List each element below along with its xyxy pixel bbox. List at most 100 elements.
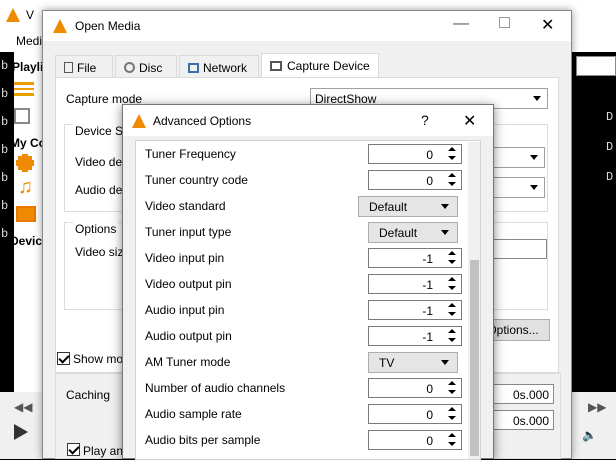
- play-icon[interactable]: [14, 424, 28, 440]
- option-spinbox[interactable]: 0: [368, 404, 462, 424]
- option-spinbox-value: -1: [422, 304, 433, 318]
- console-left-text: bbbbbbb: [1, 59, 9, 241]
- options-label: Options: [73, 222, 119, 236]
- spin-updown-icon[interactable]: [443, 431, 461, 449]
- maximize-icon[interactable]: [499, 17, 510, 28]
- option-spinbox[interactable]: -1: [368, 274, 462, 294]
- spin-updown-icon[interactable]: [443, 405, 461, 423]
- audio-device-select[interactable]: [489, 177, 545, 198]
- main-title: V: [26, 8, 35, 22]
- option-spinbox[interactable]: -1: [368, 300, 462, 320]
- option-spinbox-value: 0: [426, 408, 433, 422]
- tab-network[interactable]: Network: [179, 55, 259, 77]
- file-icon: [64, 62, 73, 73]
- option-spinbox-value: 0: [426, 148, 433, 162]
- advanced-options-title: Advanced Options: [153, 114, 252, 128]
- option-label: Video input pin: [145, 251, 225, 265]
- option-spinbox-value: 0: [426, 382, 433, 396]
- media-library-icon: [14, 108, 30, 124]
- option-spinbox-value: 0: [426, 434, 433, 448]
- chevron-down-icon: [441, 360, 449, 365]
- audio-device-label: Audio dev: [75, 183, 129, 197]
- help-button[interactable]: ?: [421, 112, 429, 128]
- advanced-options-list: Tuner Frequency 0 Tuner country code 0 Video…: [135, 140, 481, 460]
- tab-file[interactable]: File: [55, 55, 113, 77]
- option-dropdown[interactable]: TV: [368, 352, 458, 373]
- tab-disc[interactable]: Disc: [115, 55, 177, 77]
- spin-updown-icon[interactable]: [443, 275, 461, 293]
- capture-device-icon: [270, 61, 282, 71]
- music-icon[interactable]: ♫: [18, 176, 33, 199]
- option-label: Tuner country code: [145, 173, 248, 187]
- option-spinbox[interactable]: 0: [368, 144, 462, 164]
- option-spinbox-value: -1: [422, 252, 433, 266]
- console-right: DDD: [572, 52, 616, 392]
- option-label: AM Tuner mode: [145, 355, 231, 369]
- seek-back-icon[interactable]: ◀◀: [14, 400, 32, 414]
- spin-updown-icon[interactable]: [443, 327, 461, 345]
- spin-updown-icon[interactable]: [443, 249, 461, 267]
- vlc-cone-icon: [53, 19, 67, 33]
- option-label: Video standard: [145, 199, 226, 213]
- play-checkbox[interactable]: [67, 443, 80, 456]
- option-label: Video output pin: [145, 277, 232, 291]
- advanced-options-titlebar: Advanced Options ? ✕: [123, 105, 493, 136]
- vlc-cone-icon: [6, 8, 20, 22]
- playlist-icon: [14, 82, 34, 96]
- caching-label: Caching: [66, 388, 111, 402]
- option-label: Audio output pin: [145, 329, 232, 343]
- sidebar-my-computer[interactable]: My Co: [10, 136, 46, 150]
- spin-updown-icon[interactable]: [443, 145, 461, 163]
- chevron-down-icon: [441, 204, 449, 209]
- vlc-cone-icon: [132, 114, 146, 128]
- start-time-input[interactable]: 0s.000: [492, 410, 554, 430]
- open-media-tabs: File Disc Network Capture Device: [55, 53, 559, 78]
- vertical-scrollbar[interactable]: [468, 142, 480, 459]
- option-label: Tuner Frequency: [145, 147, 236, 161]
- option-dropdown[interactable]: Default: [368, 222, 458, 243]
- option-label: Audio bits per sample: [145, 433, 261, 447]
- option-label: Number of audio channels: [145, 381, 286, 395]
- volume-icon[interactable]: 🔈: [582, 428, 597, 442]
- option-spinbox[interactable]: 0: [368, 170, 462, 190]
- network-icon: [188, 63, 199, 73]
- close-icon[interactable]: ✕: [541, 15, 554, 35]
- console-left: bbbbbbb: [0, 52, 14, 392]
- disc-icon: [124, 62, 135, 73]
- console-right-text: DDD: [606, 110, 614, 184]
- spin-updown-icon[interactable]: [443, 379, 461, 397]
- option-spinbox-value: -1: [422, 278, 433, 292]
- option-label: Audio sample rate: [145, 407, 242, 421]
- pictures-icon[interactable]: [16, 206, 36, 222]
- option-spinbox[interactable]: 0: [368, 378, 462, 398]
- advanced-options-dialog: Advanced Options ? ✕ Tuner Frequency 0 Tun…: [122, 104, 494, 460]
- video-device-select[interactable]: [489, 147, 545, 168]
- option-spinbox[interactable]: -1: [368, 326, 462, 346]
- option-dropdown[interactable]: Default: [358, 196, 458, 217]
- option-spinbox[interactable]: -1: [368, 248, 462, 268]
- chevron-down-icon: [441, 230, 449, 235]
- caching-input[interactable]: 0s.000: [492, 384, 554, 404]
- videos-icon[interactable]: [16, 154, 34, 172]
- spin-updown-icon[interactable]: [443, 301, 461, 319]
- close-button[interactable]: ✕: [463, 111, 476, 131]
- tab-capture-device[interactable]: Capture Device: [261, 53, 379, 78]
- seek-forward-icon[interactable]: ▶▶: [588, 400, 606, 414]
- minimize-icon[interactable]: —: [453, 15, 469, 33]
- option-spinbox[interactable]: 0: [368, 430, 462, 450]
- video-size-input[interactable]: [489, 239, 547, 259]
- open-media-title: Open Media: [75, 19, 141, 33]
- option-spinbox-value: -1: [422, 330, 433, 344]
- option-dropdown-value: Default: [379, 226, 418, 240]
- right-input[interactable]: [576, 56, 616, 76]
- menu-media[interactable]: Medi: [16, 34, 42, 48]
- open-media-titlebar: Open Media — ✕: [43, 11, 571, 41]
- option-label: Audio input pin: [145, 303, 225, 317]
- option-dropdown-value: TV: [379, 356, 395, 370]
- spin-updown-icon[interactable]: [443, 171, 461, 189]
- scrollbar-thumb[interactable]: [470, 260, 479, 456]
- option-dropdown-value: Default: [369, 200, 408, 214]
- option-label: Tuner input type: [145, 225, 232, 239]
- show-more-checkbox[interactable]: [57, 352, 70, 365]
- option-spinbox-value: 0: [426, 174, 433, 188]
